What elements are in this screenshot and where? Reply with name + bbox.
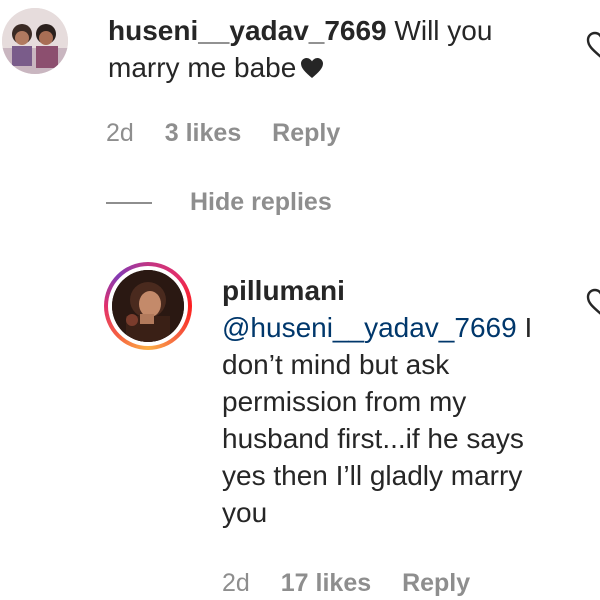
reply-reply-button[interactable]: Reply xyxy=(402,569,470,597)
reply-mention[interactable]: @huseni__yadav_7669 xyxy=(222,312,517,343)
hide-replies-button[interactable]: Hide replies xyxy=(106,188,332,217)
reply-avatar[interactable] xyxy=(104,262,192,350)
reply-meta: 2d 17 likes Reply xyxy=(222,569,494,598)
commenter-avatar[interactable] xyxy=(2,8,68,74)
like-heart-icon[interactable] xyxy=(586,30,600,60)
divider-line xyxy=(106,201,152,204)
black-heart-icon xyxy=(301,58,324,78)
comment-likes[interactable]: 3 likes xyxy=(165,119,241,147)
comment-time: 2d xyxy=(106,119,134,147)
reply-body: pillumani @huseni__yadav_7669 I don’t mi… xyxy=(222,272,562,531)
avatar-photo-icon xyxy=(2,8,68,74)
like-heart-icon[interactable] xyxy=(586,287,600,317)
reply-time: 2d xyxy=(222,569,250,597)
avatar-photo-icon xyxy=(112,270,184,342)
reply-username[interactable]: pillumani xyxy=(222,272,562,309)
comment-thread: huseni__yadav_7669 Will you marry me bab… xyxy=(0,0,600,600)
comment-body: huseni__yadav_7669 Will you marry me bab… xyxy=(108,12,528,86)
comment-meta: 2d 3 likes Reply xyxy=(106,119,364,148)
comment-reply-button[interactable]: Reply xyxy=(272,119,340,147)
comment-username[interactable]: huseni__yadav_7669 xyxy=(108,15,387,46)
reply-likes[interactable]: 17 likes xyxy=(281,569,371,597)
reply-text: I don’t mind but ask permission from my … xyxy=(222,312,533,528)
hide-replies-label: Hide replies xyxy=(190,188,332,216)
